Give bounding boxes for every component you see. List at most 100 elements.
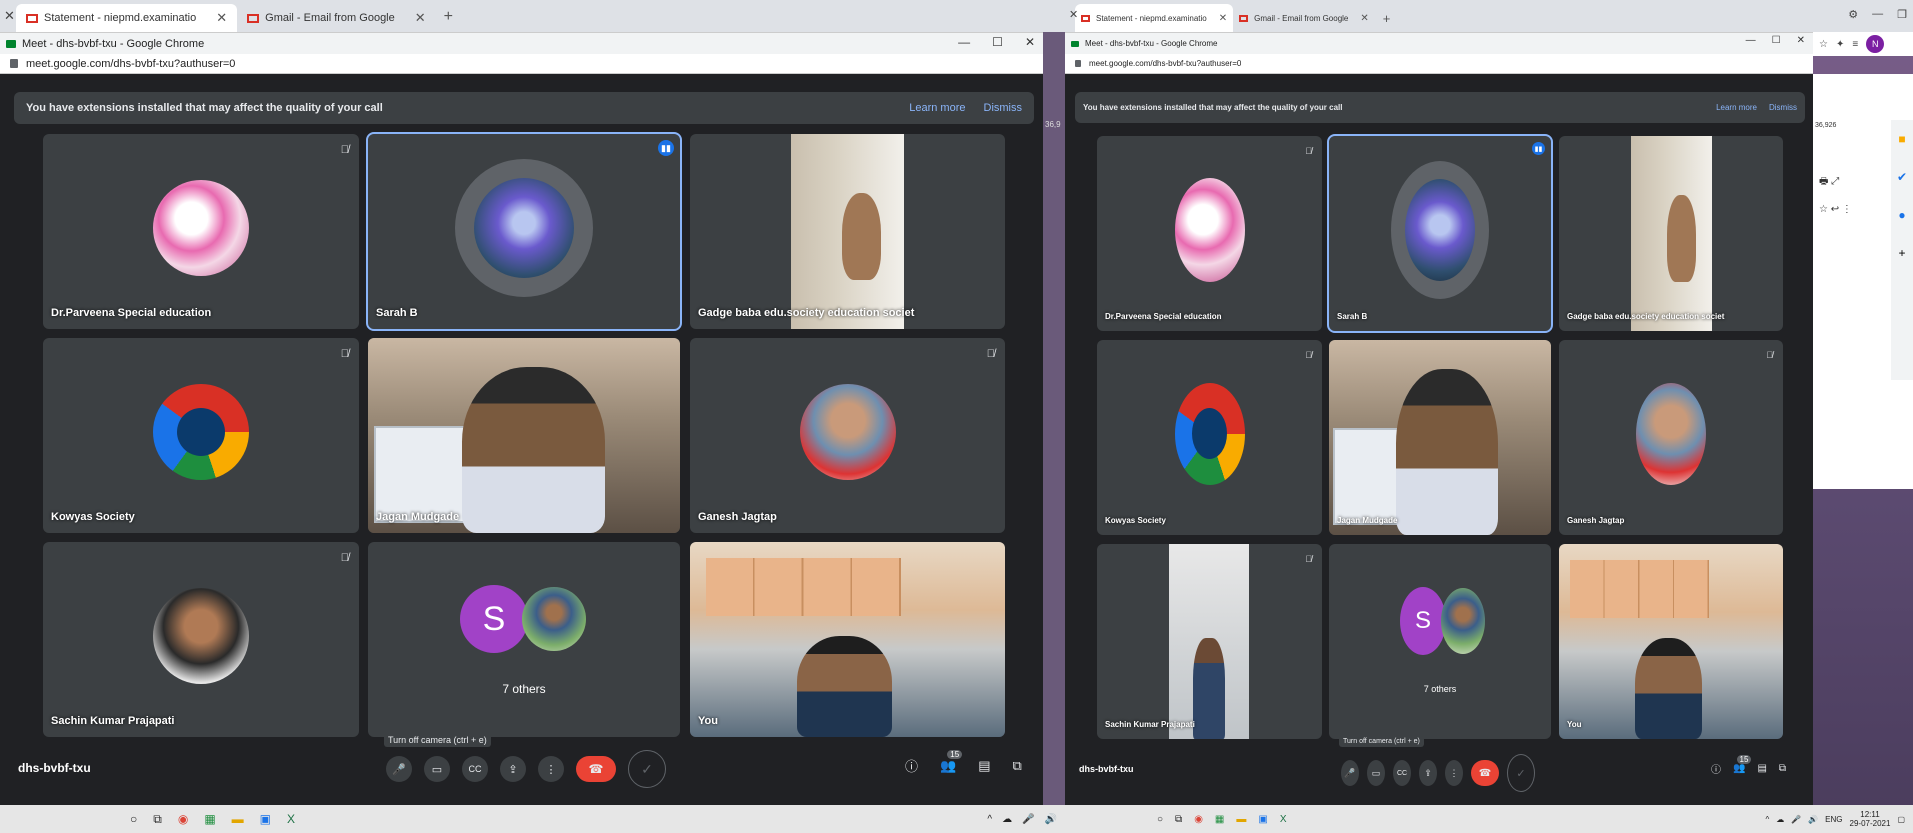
language-indicator[interactable]: ENG — [1825, 815, 1842, 824]
activities-icon[interactable]: ⧉ — [1013, 758, 1022, 774]
chevron-up-icon[interactable]: ^ — [1765, 815, 1769, 824]
start-icon[interactable]: ○ — [130, 812, 137, 826]
raise-hand-icon[interactable]: ✓ — [628, 750, 666, 788]
profile-avatar[interactable]: N — [1866, 35, 1885, 53]
learn-more-link[interactable]: Learn more — [909, 102, 965, 114]
excel-icon[interactable]: X — [1280, 814, 1287, 825]
people-icon[interactable]: 👥 15 — [1733, 755, 1752, 774]
participant-tile[interactable]: 🎙̸ Kowyas Society — [1097, 340, 1322, 535]
participant-tile[interactable]: 🎙̸ Sachin Kumar Prajapati — [1097, 544, 1322, 739]
tab-statement[interactable]: Statement - niepmd.examinatio ✕ — [1075, 4, 1234, 32]
learn-more-link[interactable]: Learn more — [1716, 103, 1757, 112]
notifications-icon[interactable]: ▢ — [1897, 815, 1905, 824]
info-icon[interactable]: ⓘ — [1711, 761, 1721, 776]
minimize-button[interactable]: — — [1872, 8, 1883, 21]
address-bar[interactable]: meet.google.com/dhs-bvbf-txu?authuser=0 — [1065, 54, 1813, 74]
cloud-icon[interactable]: ☁ — [1776, 815, 1784, 824]
extensions-icon[interactable]: ✦ — [1836, 39, 1844, 50]
participant-tile[interactable]: 🎙̸ Sachin Kumar Prajapati — [43, 542, 359, 737]
end-call-icon[interactable]: ☎ — [576, 756, 616, 782]
activities-icon[interactable]: ⧉ — [1779, 763, 1786, 774]
keep-icon[interactable]: ■ — [1898, 132, 1905, 146]
more-icon[interactable]: ⋮ — [1445, 760, 1463, 786]
present-icon[interactable]: ⇪ — [1419, 760, 1437, 786]
folder-icon[interactable]: ▬ — [232, 812, 244, 826]
participant-tile[interactable]: 🎙̸ Ganesh Jagtap — [690, 338, 1005, 533]
dismiss-link[interactable]: Dismiss — [984, 102, 1023, 114]
participant-tile[interactable]: Gadge baba edu.society education societ — [1559, 136, 1783, 331]
participant-tile[interactable]: 🎙̸ Kowyas Society — [43, 338, 359, 533]
add-icon[interactable]: + — [1898, 246, 1905, 260]
monitor-icon[interactable]: ▣ — [1258, 814, 1267, 825]
close-icon[interactable]: ✕ — [1069, 8, 1078, 21]
tab-statement[interactable]: Statement - niepmd.examinatio ✕ — [16, 4, 238, 32]
participant-tile[interactable]: Gadge baba edu.society education societ — [690, 134, 1005, 329]
minimize-button[interactable]: — — [958, 35, 970, 49]
chevron-up-icon[interactable]: ^ — [987, 814, 992, 825]
close-tab-icon[interactable]: ✕ — [1360, 13, 1368, 24]
folder-icon[interactable]: ▬ — [1236, 814, 1246, 825]
chat-icon[interactable]: ▤ — [1757, 763, 1766, 774]
star-icon[interactable]: ☆ — [1819, 39, 1828, 50]
monitor-icon[interactable]: ▣ — [260, 812, 271, 826]
sheets-icon[interactable]: ▦ — [1215, 814, 1224, 825]
mic-icon[interactable]: 🎤 — [386, 756, 412, 782]
participant-tile[interactable]: ▮▮ Sarah B — [1327, 134, 1553, 333]
new-tab-button[interactable]: + — [1375, 11, 1399, 32]
new-tab-button[interactable]: + — [436, 8, 461, 32]
speaker-icon[interactable]: 🔊 — [1045, 814, 1057, 825]
close-tab-icon[interactable]: ✕ — [216, 10, 227, 26]
close-window-button[interactable]: ✕ — [1025, 35, 1035, 49]
tab-gmail[interactable]: Gmail - Email from Google ✕ — [1233, 4, 1375, 32]
start-icon[interactable]: ○ — [1157, 814, 1163, 825]
task-view-icon[interactable]: ⧉ — [1175, 814, 1182, 825]
cloud-icon[interactable]: ☁ — [1002, 814, 1012, 825]
chrome-icon[interactable]: ◉ — [1194, 814, 1203, 825]
captions-icon[interactable]: CC — [1393, 760, 1411, 786]
self-tile[interactable]: You — [690, 542, 1005, 737]
maximize-button[interactable]: ☐ — [1772, 35, 1781, 46]
captions-icon[interactable]: CC — [462, 756, 488, 782]
maximize-button[interactable]: ☐ — [992, 35, 1003, 49]
others-tile[interactable]: S 7 others — [1329, 544, 1551, 739]
camera-icon[interactable]: ▭ — [1367, 760, 1385, 786]
others-tile[interactable]: S 7 others — [368, 542, 680, 737]
chat-icon[interactable]: ▤ — [978, 758, 990, 774]
excel-icon[interactable]: X — [287, 812, 295, 826]
close-icon[interactable]: ✕ — [4, 8, 15, 24]
raise-hand-icon[interactable]: ✓ — [1507, 754, 1535, 792]
contacts-icon[interactable]: ● — [1898, 208, 1905, 222]
close-tab-icon[interactable]: ✕ — [1219, 13, 1227, 24]
participant-tile[interactable]: 🎙̸ Dr.Parveena Special education — [1097, 136, 1322, 331]
participant-tile[interactable]: 🎙̸ Dr.Parveena Special education — [43, 134, 359, 329]
close-window-button[interactable]: ✕ — [1797, 35, 1805, 46]
speaker-icon[interactable]: 🔊 — [1808, 815, 1818, 824]
tasks-icon[interactable]: ✔ — [1897, 170, 1907, 184]
present-icon[interactable]: ⇪ — [500, 756, 526, 782]
participant-tile[interactable]: 🎙̸ Ganesh Jagtap — [1559, 340, 1783, 535]
end-call-icon[interactable]: ☎ — [1471, 760, 1499, 786]
address-bar[interactable]: meet.google.com/dhs-bvbf-txu?authuser=0 — [0, 54, 1043, 74]
tab-gmail[interactable]: Gmail - Email from Google ✕ — [237, 4, 436, 32]
participant-tile[interactable]: ▮▮ Sarah B — [366, 132, 682, 331]
clock[interactable]: 12:11 29-07-2021 — [1850, 810, 1891, 828]
settings-icon[interactable]: ⚙ — [1848, 8, 1858, 21]
people-icon[interactable]: 👥 15 — [940, 749, 963, 774]
participant-tile[interactable]: Jagan Mudgade — [368, 338, 680, 533]
participant-tile[interactable]: Jagan Mudgade — [1329, 340, 1551, 535]
camera-icon[interactable]: ▭ — [424, 756, 450, 782]
close-tab-icon[interactable]: ✕ — [415, 10, 426, 26]
task-view-icon[interactable]: ⧉ — [153, 812, 162, 827]
mic-icon[interactable]: 🎤 — [1022, 814, 1034, 825]
minimize-button[interactable]: — — [1746, 35, 1756, 46]
dismiss-link[interactable]: Dismiss — [1769, 103, 1797, 112]
more-icon[interactable]: ⋮ — [538, 756, 564, 782]
info-icon[interactable]: ⓘ — [905, 756, 918, 775]
menu-icon[interactable]: ≡ — [1852, 39, 1858, 50]
self-tile[interactable]: You — [1559, 544, 1783, 739]
mic-icon[interactable]: 🎤 — [1341, 760, 1359, 786]
mic-icon[interactable]: 🎤 — [1791, 815, 1801, 824]
restore-button[interactable]: ❐ — [1897, 8, 1907, 21]
sheets-icon[interactable]: ▦ — [204, 812, 215, 826]
chrome-icon[interactable]: ◉ — [178, 812, 188, 826]
